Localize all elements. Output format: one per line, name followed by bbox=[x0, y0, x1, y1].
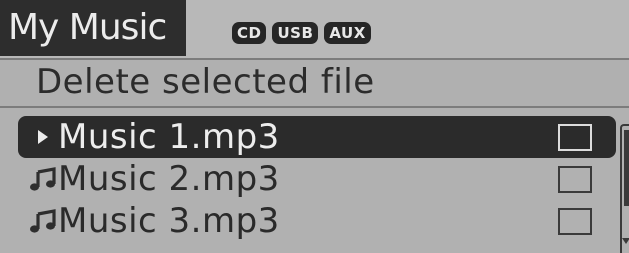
file-row[interactable]: Music 3.mp3 bbox=[18, 200, 616, 242]
header-bar: My Music CD USB AUX bbox=[0, 0, 629, 58]
source-badges: CD USB AUX bbox=[232, 22, 371, 44]
scroll-thumb[interactable] bbox=[624, 130, 629, 206]
file-list: Music 1.mp3 Music 2.mp3 Music 3.mp3 bbox=[18, 116, 616, 242]
scroll-down-icon[interactable] bbox=[622, 238, 629, 244]
list-scrollbar[interactable] bbox=[620, 124, 629, 253]
select-checkbox[interactable] bbox=[558, 166, 592, 193]
source-aux-badge[interactable]: AUX bbox=[324, 22, 371, 44]
source-cd-badge[interactable]: CD bbox=[232, 22, 267, 44]
file-name: Music 1.mp3 bbox=[58, 117, 280, 157]
file-row[interactable]: Music 1.mp3 bbox=[18, 116, 616, 158]
play-arrow-icon bbox=[26, 116, 60, 158]
subtitle-band: Delete selected file bbox=[0, 58, 629, 108]
music-screen: My Music CD USB AUX Delete selected file… bbox=[0, 0, 629, 253]
select-checkbox[interactable] bbox=[558, 124, 592, 151]
subtitle: Delete selected file bbox=[36, 62, 375, 102]
file-row[interactable]: Music 2.mp3 bbox=[18, 158, 616, 200]
select-checkbox[interactable] bbox=[558, 208, 592, 235]
file-name: Music 3.mp3 bbox=[58, 201, 280, 241]
file-name: Music 2.mp3 bbox=[58, 159, 280, 199]
music-note-icon bbox=[26, 200, 60, 242]
page-title: My Music bbox=[0, 0, 186, 56]
music-note-icon bbox=[26, 158, 60, 200]
source-usb-badge[interactable]: USB bbox=[272, 22, 319, 44]
